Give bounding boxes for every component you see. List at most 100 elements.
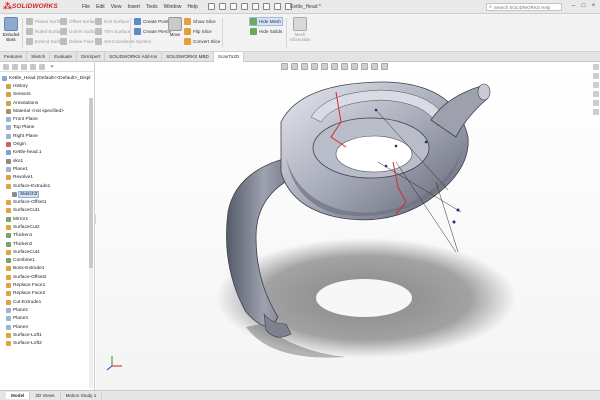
tree-item[interactable]: History: [0, 82, 94, 90]
tab-solidworks-mbd[interactable]: SOLIDWORKS MBD: [162, 52, 214, 62]
tree-item[interactable]: Combine1: [0, 257, 94, 265]
tree-item[interactable]: Front Plane: [0, 115, 94, 123]
tree-item[interactable]: SurfaceCut2: [0, 223, 94, 231]
tree-item[interactable]: Plane2: [0, 306, 94, 314]
tree-root-item[interactable]: Kettle_Head (Default<<Default>_Displ: [0, 74, 94, 82]
tree-item[interactable]: Annotations: [0, 99, 94, 107]
search-icon: ⌕: [489, 4, 492, 10]
tab-scanto3d[interactable]: ScanTo3D: [213, 52, 245, 62]
menu-insert[interactable]: Insert: [127, 4, 140, 10]
tree-item[interactable]: Origin: [0, 140, 94, 148]
help-search-box[interactable]: ⌕: [486, 3, 562, 11]
set-coordinate-system-button[interactable]: Set Coordinate System: [95, 38, 151, 45]
feature-icon: [6, 233, 11, 239]
tree-item[interactable]: Revolve1: [0, 174, 94, 182]
tree-item[interactable]: Plane3: [0, 315, 94, 323]
dimxpert-manager-icon[interactable]: [30, 63, 36, 70]
tree-item-label: Right Plane: [13, 133, 38, 139]
feature-icon: [6, 83, 11, 89]
funnel-icon[interactable]: ⏷: [50, 64, 54, 70]
property-manager-icon[interactable]: [12, 63, 18, 70]
feature-manager-tree: ⏷ Kettle_Head (Default<<Default>_Displ Hi…: [0, 62, 95, 390]
offset-surface-button[interactable]: Offset Surface: [60, 18, 100, 25]
bottom-tab-3d-views[interactable]: 3D Views: [30, 392, 61, 399]
hide-mesh-button[interactable]: Hide Mesh: [248, 17, 284, 26]
tree-item[interactable]: Thicken1: [0, 232, 94, 240]
rebuild-icon[interactable]: [273, 3, 281, 10]
kettle-head-model[interactable]: [96, 62, 600, 390]
move-button[interactable]: Move: [166, 17, 184, 37]
tab-features[interactable]: Features: [0, 52, 28, 62]
app-logo[interactable]: ⁂ SOLIDWORKS: [0, 2, 62, 11]
feature-tree-icon[interactable]: [3, 63, 9, 70]
hide-solids-button[interactable]: Hide Solids: [250, 28, 282, 35]
save-icon[interactable]: [229, 3, 237, 10]
mesh-information-button[interactable]: Mesh Information: [289, 17, 311, 42]
tree-item[interactable]: Right Plane: [0, 132, 94, 140]
tree-item[interactable]: Plane4: [0, 323, 94, 331]
tab-dimxpert[interactable]: DimXpert: [77, 52, 106, 62]
tree-scrollbar[interactable]: [89, 98, 93, 388]
tree-item[interactable]: Sketch3: [0, 190, 94, 198]
tree-item[interactable]: Plane1: [0, 165, 94, 173]
tree-item[interactable]: Boss-Extrude1: [0, 265, 94, 273]
show-slice-button[interactable]: Show Slice: [184, 18, 220, 25]
flip-slice-button[interactable]: Flip Slice: [184, 28, 220, 35]
tree-item[interactable]: Thicken2: [0, 240, 94, 248]
feature-icon: [6, 158, 11, 164]
menu-window[interactable]: Window: [164, 4, 182, 10]
tree-item[interactable]: Top Plane: [0, 124, 94, 132]
feature-icon: [6, 92, 11, 98]
select-icon[interactable]: [262, 3, 270, 10]
open-icon[interactable]: [218, 3, 226, 10]
new-document-icon[interactable]: [207, 3, 215, 10]
display-manager-icon[interactable]: [39, 63, 45, 70]
bottom-tabs: Model 3D Views Motion Study 1: [0, 390, 600, 400]
tree-scroll-thumb[interactable]: [89, 98, 93, 268]
convert-slice-button[interactable]: Convert Slice: [184, 38, 220, 45]
untrim-surface-button[interactable]: Untrim Surface: [60, 28, 100, 35]
maximize-button[interactable]: □: [580, 3, 587, 10]
tree-item-label: Replace Face2: [13, 291, 46, 297]
undo-icon[interactable]: [251, 3, 259, 10]
tree-item[interactable]: Replace Face2: [0, 290, 94, 298]
tree-item[interactable]: Cut-Extrude1: [0, 298, 94, 306]
tab-evaluate[interactable]: Evaluate: [50, 52, 78, 62]
menu-edit[interactable]: Edit: [96, 4, 105, 10]
flip-slice-icon: [184, 28, 191, 35]
tree-item[interactable]: sko1: [0, 157, 94, 165]
tree-item[interactable]: Kettle-head.1: [0, 149, 94, 157]
tree-item[interactable]: SurfaceCut4: [0, 248, 94, 256]
menu-file[interactable]: File: [82, 4, 90, 10]
tab-solidworks-add-ins[interactable]: SOLIDWORKS Add-Ins: [105, 52, 163, 62]
tree-item-label: Material <not specified>: [13, 108, 64, 114]
show-slice-icon: [184, 18, 191, 25]
tree-item[interactable]: Surface-Loft2: [0, 340, 94, 348]
tree-item[interactable]: Surface-Extrude1: [0, 182, 94, 190]
menu-tools[interactable]: Tools: [146, 4, 158, 10]
tree-item[interactable]: Replace Face1: [0, 281, 94, 289]
tree-item[interactable]: Surface-Offset1: [0, 198, 94, 206]
minimize-button[interactable]: –: [570, 3, 577, 10]
close-button[interactable]: ×: [590, 3, 597, 10]
tree-item[interactable]: Mirror1: [0, 215, 94, 223]
tree-item-label: Surface-Offset1: [13, 200, 47, 206]
configuration-manager-icon[interactable]: [21, 63, 27, 70]
tree-item[interactable]: Material <not specified>: [0, 107, 94, 115]
menu-help[interactable]: Help: [187, 4, 197, 10]
extruded-boss-button[interactable]: Extruded Boss: [2, 17, 20, 42]
tree-item[interactable]: Surface-Offset2: [0, 273, 94, 281]
graphics-viewport[interactable]: [96, 62, 600, 390]
feature-icon: [6, 249, 11, 255]
print-icon[interactable]: [240, 3, 248, 10]
help-search-input[interactable]: [493, 4, 558, 10]
tab-sketch[interactable]: Sketch: [27, 52, 51, 62]
delete-face-button[interactable]: Delete Face: [60, 38, 100, 45]
tree-item[interactable]: SurfaceCut1: [0, 207, 94, 215]
tree-item[interactable]: Sensors: [0, 91, 94, 99]
bottom-tab-model[interactable]: Model: [6, 392, 31, 399]
bottom-tab-motion-study-1[interactable]: Motion Study 1: [61, 392, 103, 399]
menu-view[interactable]: View: [111, 4, 122, 10]
tree-item[interactable]: Surface-Loft1: [0, 331, 94, 339]
tree-item-label: Mirror1: [13, 216, 29, 222]
